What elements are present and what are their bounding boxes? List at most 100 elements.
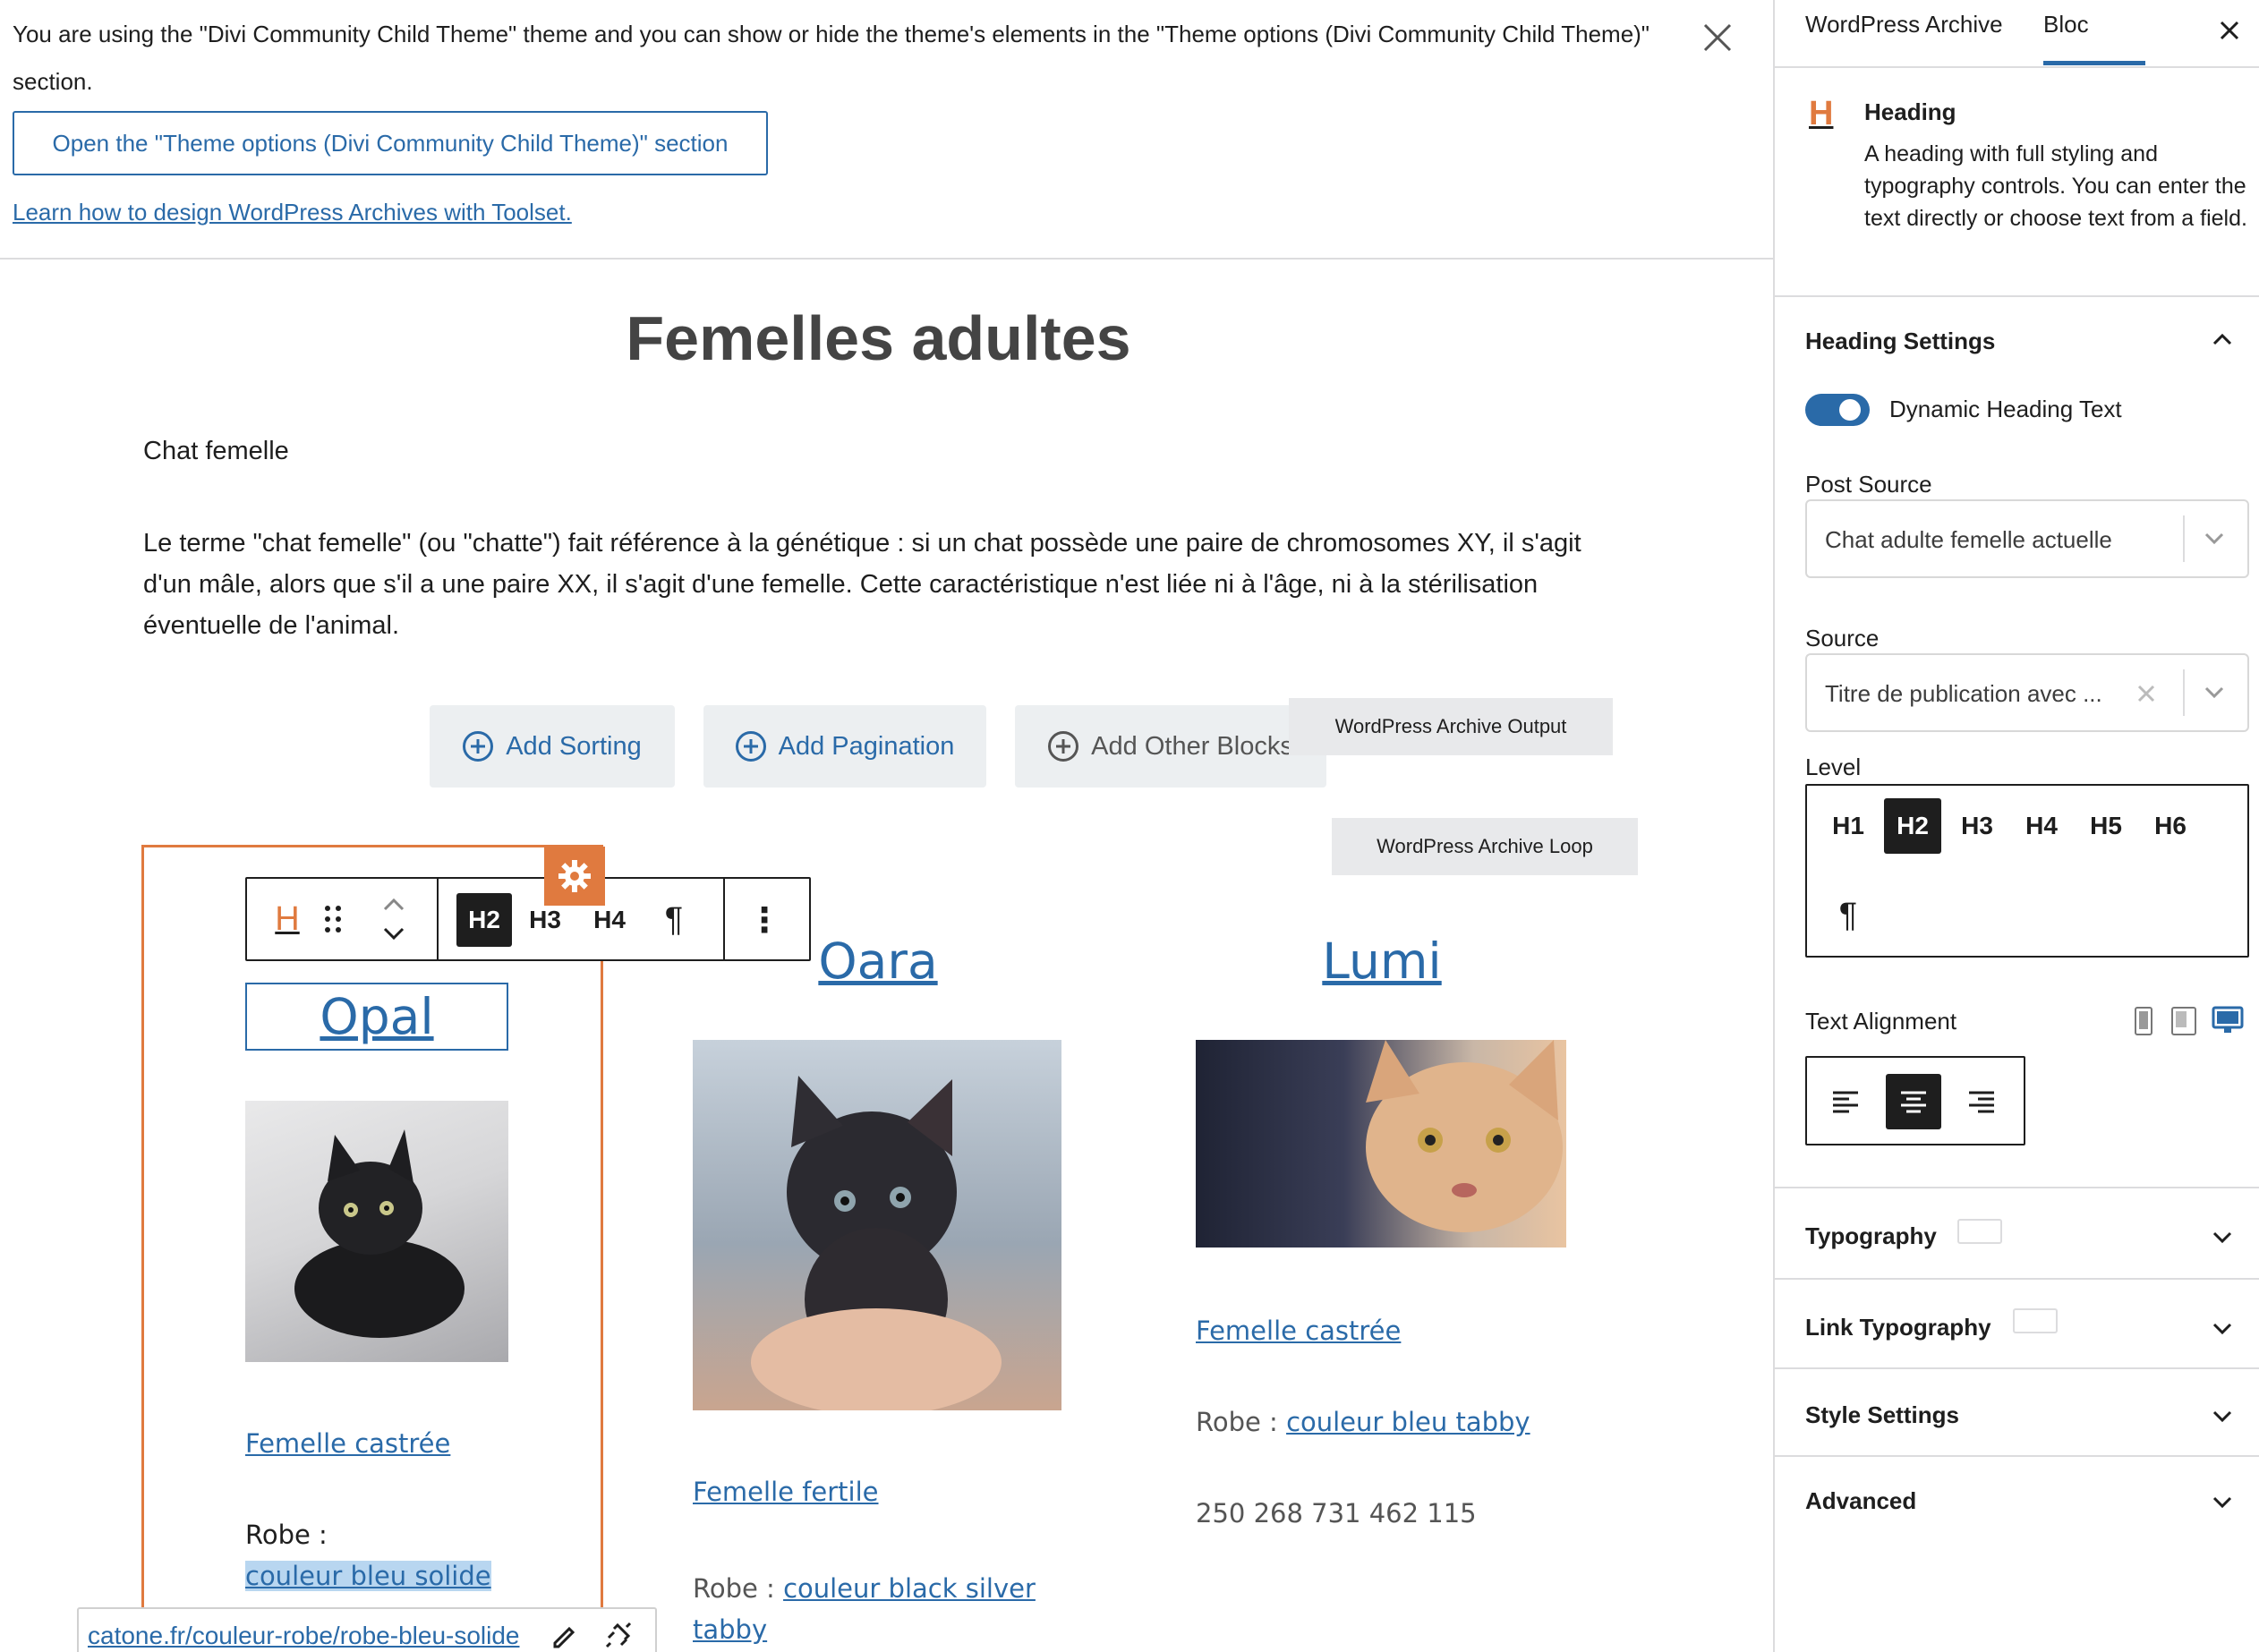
gear-icon [558,860,591,892]
settings-sidebar: WordPress Archive Bloc H Heading A headi… [1773,0,2259,1652]
unlink-icon[interactable] [601,1620,634,1652]
intro-paragraph[interactable]: Le terme "chat femelle" (ou "chatte") fa… [143,523,1611,646]
toggle-knob [1839,399,1861,421]
block-name: Heading [1864,98,1956,125]
text-alignment-label: Text Alignment [1805,1008,1957,1035]
align-left-icon [1833,1091,1858,1113]
notice-divider [0,258,1773,260]
close-sidebar-icon[interactable] [2213,14,2246,47]
desktop-device-icon[interactable] [2212,1006,2244,1036]
card-robe-label-lumi: Robe : [1196,1407,1278,1437]
card-status-oara[interactable]: Femelle fertile [693,1477,879,1507]
chevron-down-icon[interactable] [2210,1403,2235,1428]
align-center-button[interactable] [1886,1074,1941,1129]
level-h5[interactable]: H5 [2077,798,2135,854]
level-h3[interactable]: H3 [1948,798,2006,854]
paragraph-icon[interactable]: ¶ [1820,888,1877,943]
panel-link-typography[interactable]: Link Typography [1805,1314,1991,1341]
plus-circle-icon [1048,731,1079,762]
toggle-label: Dynamic Heading Text [1889,396,2122,422]
panel-advanced[interactable]: Advanced [1805,1487,1916,1515]
intro-heading[interactable]: Chat femelle [143,437,289,466]
chevron-down-icon[interactable] [2210,1224,2235,1249]
card-title-lumi[interactable]: Lumi [1196,932,1568,990]
card-status-lumi[interactable]: Femelle castrée [1196,1316,1401,1346]
move-down-icon[interactable] [381,924,406,943]
align-right-icon [1969,1091,1994,1113]
tabs-divider [1775,66,2259,68]
text-alignment-selector [1805,1056,2025,1145]
post-source-label: Post Source [1805,471,1932,498]
card-robe-label-oara: Robe : [693,1573,775,1604]
card-robe-label-opal: Robe : [245,1520,328,1550]
typography-swatch[interactable] [1957,1219,2002,1244]
level-h1[interactable]: H1 [1820,798,1877,854]
post-source-select[interactable]: Chat adulte femelle actuelle [1805,499,2249,578]
link-url[interactable]: catone.fr/couleur-robe/robe-bleu-solide [88,1622,520,1650]
card-robe-link-opal[interactable]: couleur bleu solide [245,1561,491,1591]
level-selector: H1 H2 H3 H4 H5 H6 ¶ [1805,784,2249,958]
panel-style-settings[interactable]: Style Settings [1805,1401,1959,1429]
align-left-button[interactable] [1818,1074,1873,1129]
level-label: Level [1805,754,1862,780]
block-settings-gear-button[interactable] [544,847,605,906]
card-robe-lumi: Robe : couleur bleu tabby [1196,1407,1530,1437]
add-other-blocks-button[interactable]: Add Other Blocks [1015,705,1326,788]
heading-settings-title[interactable]: Heading Settings [1805,328,1995,355]
chevron-down-icon[interactable] [2210,1316,2235,1341]
sidebar-divider [1775,295,2259,297]
card-title-opal-box[interactable]: Opal [245,983,508,1051]
panel-typography[interactable]: Typography [1805,1222,1937,1250]
move-up-icon[interactable] [381,895,406,915]
tab-wordpress-archive[interactable]: WordPress Archive [1805,11,2003,38]
chevron-up-icon[interactable] [2210,328,2235,353]
open-theme-options-button[interactable]: Open the "Theme options (Divi Community … [13,111,768,175]
tablet-device-icon[interactable] [2170,1006,2197,1036]
plus-circle-icon [463,731,494,762]
close-icon[interactable] [1696,16,1739,59]
chevron-down-icon [2204,686,2224,699]
align-center-icon [1901,1091,1926,1113]
card-title-oara[interactable]: Oara [695,932,1061,990]
cat-photo-oara [693,1040,1061,1410]
paragraph-icon[interactable]: ¶ [646,893,702,947]
chevron-down-icon[interactable] [2210,1489,2235,1514]
add-other-blocks-label: Add Other Blocks [1091,731,1293,761]
add-pagination-label: Add Pagination [778,731,955,761]
card-title-opal[interactable]: Opal [320,988,433,1045]
archive-output-label[interactable]: WordPress Archive Output [1289,698,1613,755]
sidebar-divider [1775,1187,2259,1188]
tab-bloc[interactable]: Bloc [2043,11,2089,38]
toolbar-level-h2[interactable]: H2 [456,893,512,947]
chevron-down-icon [2204,532,2224,545]
clear-icon[interactable] [2135,682,2158,705]
mobile-device-icon[interactable] [2133,1006,2154,1036]
level-h4[interactable]: H4 [2013,798,2070,854]
add-pagination-button[interactable]: Add Pagination [703,705,986,788]
plus-circle-icon [735,731,766,762]
source-label: Source [1805,625,1880,651]
level-h2[interactable]: H2 [1884,798,1941,854]
level-h6[interactable]: H6 [2142,798,2199,854]
edit-link-pencil-icon[interactable] [550,1622,578,1650]
align-right-button[interactable] [1954,1074,2009,1129]
add-sorting-label: Add Sorting [506,731,642,761]
archive-loop-label[interactable]: WordPress Archive Loop [1332,818,1638,875]
page-title[interactable]: Femelles adultes [0,302,1757,374]
card-status-opal[interactable]: Femelle castrée [245,1428,450,1459]
heading-block-icon[interactable]: H [267,891,308,947]
card-phone-lumi: 250 268 731 462 115 [1196,1498,1477,1529]
theme-notice-text: You are using the "Divi Community Child … [13,21,1650,95]
cat-photo-opal [245,1101,508,1362]
add-sorting-button[interactable]: Add Sorting [430,705,675,788]
active-tab-indicator [2043,61,2145,65]
drag-handle-icon[interactable] [322,904,344,934]
source-select[interactable]: Titre de publication avec ... [1805,653,2249,732]
card-robe-link-lumi[interactable]: couleur bleu tabby [1286,1407,1530,1437]
card-robe-oara: Robe : couleur black silver tabby [693,1568,1051,1650]
sidebar-divider [1775,1455,2259,1457]
learn-design-archives-link[interactable]: Learn how to design WordPress Archives w… [13,199,572,226]
heading-block-icon: H [1809,95,1834,132]
sidebar-divider [1775,1367,2259,1369]
link-typography-swatch[interactable] [2013,1308,2058,1333]
